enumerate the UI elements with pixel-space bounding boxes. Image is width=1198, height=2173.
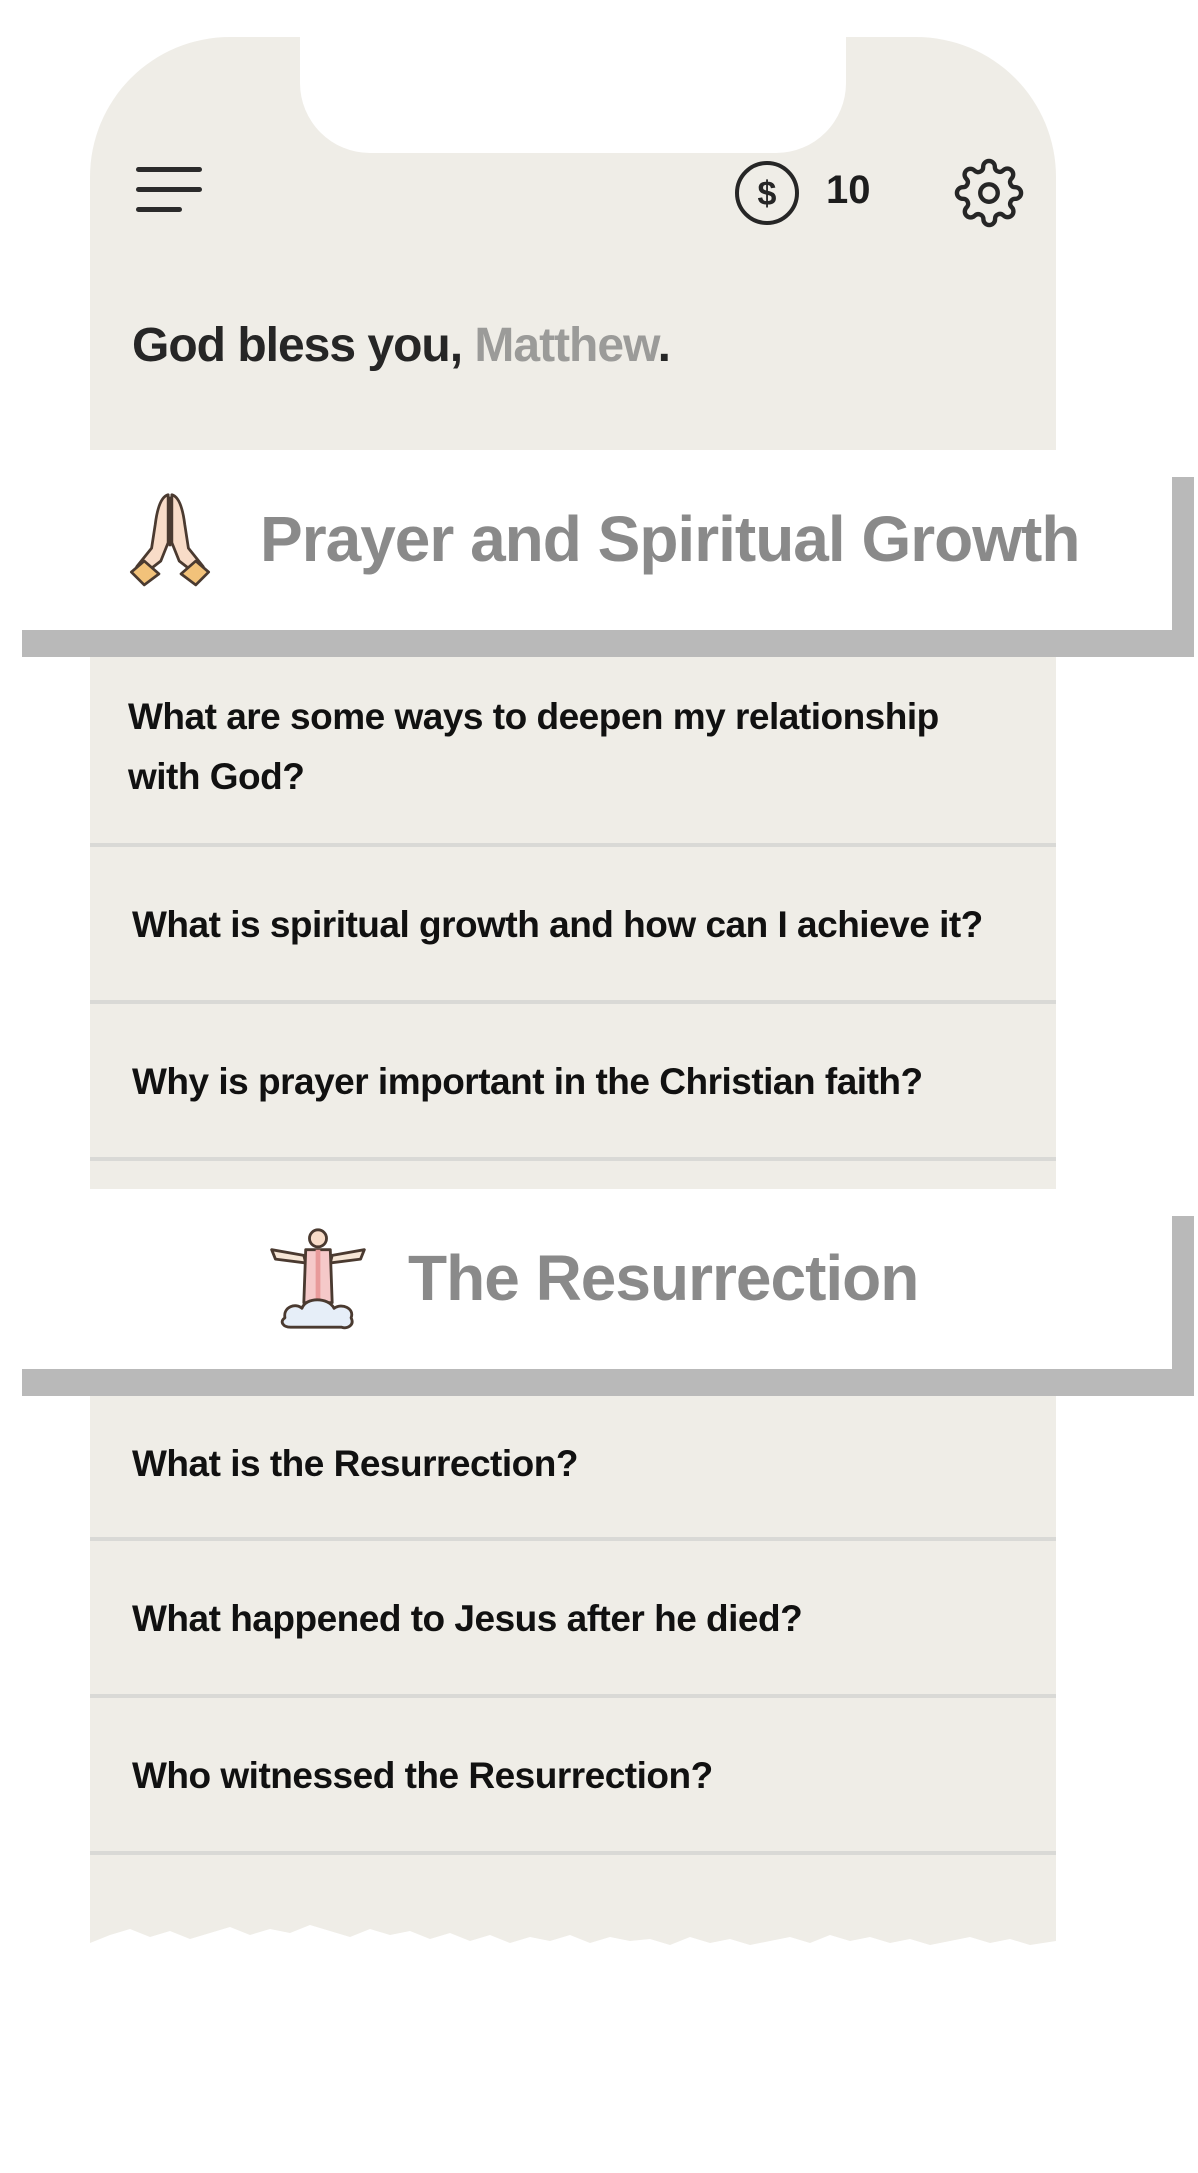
section-header-resurrection[interactable]: The Resurrection	[0, 1189, 1172, 1369]
menu-line	[136, 207, 182, 212]
question-text: What is spiritual growth and how can I a…	[132, 904, 983, 945]
question-item[interactable]: What is the Resurrection?	[90, 1396, 1056, 1541]
section-title: The Resurrection	[408, 1242, 919, 1314]
question-item[interactable]: Why is prayer important in the Christian…	[90, 1004, 1056, 1161]
question-text: What happened to Jesus after he died?	[132, 1598, 803, 1639]
torn-edge	[90, 1925, 1056, 1967]
greeting-prefix: God bless you,	[132, 319, 475, 372]
coin-balance: 10	[826, 168, 871, 212]
device-notch	[300, 37, 846, 153]
greeting: God bless you, Matthew.	[132, 318, 671, 373]
section-title: Prayer and Spiritual Growth	[260, 503, 1080, 575]
question-item[interactable]: What is spiritual growth and how can I a…	[90, 847, 1056, 1004]
question-text: What is the Resurrection?	[132, 1443, 578, 1484]
user-name: Matthew	[474, 319, 658, 372]
christ-statue-icon	[270, 1228, 366, 1330]
question-text: Why is prayer important in the Christian…	[132, 1061, 923, 1102]
praying-hands-icon	[129, 493, 211, 587]
question-item[interactable]: What happened to Jesus after he died?	[90, 1541, 1056, 1698]
question-item[interactable]: Who witnessed the Resurrection?	[90, 1698, 1056, 1855]
menu-line	[136, 187, 202, 192]
gear-icon[interactable]	[954, 158, 1024, 228]
menu-button[interactable]	[136, 167, 206, 217]
question-item[interactable]: What are some ways to deepen my relation…	[90, 657, 1056, 847]
dollar-coin-icon: $	[735, 161, 799, 225]
greeting-suffix: .	[657, 319, 671, 372]
section-header-prayer[interactable]: Prayer and Spiritual Growth	[0, 450, 1172, 630]
question-text: What are some ways to deepen my relation…	[128, 696, 939, 797]
menu-line	[136, 167, 202, 172]
question-text: Who witnessed the Resurrection?	[132, 1755, 713, 1796]
svg-text:$: $	[758, 175, 777, 213]
